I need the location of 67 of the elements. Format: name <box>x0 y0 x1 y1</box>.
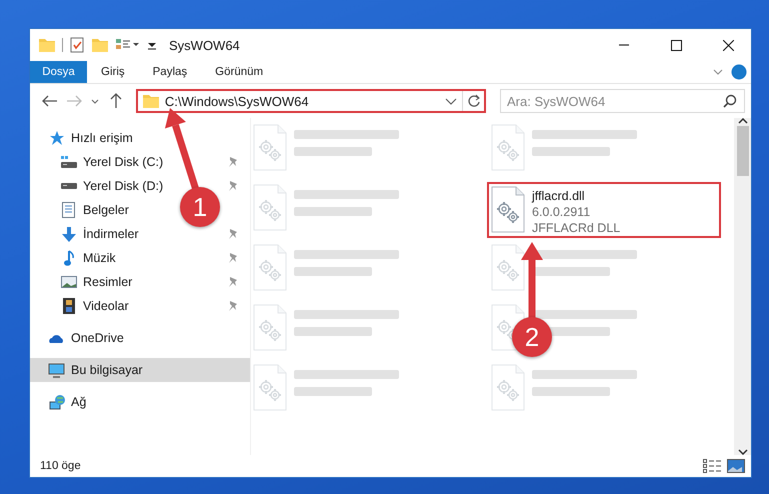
back-arrow-icon[interactable] <box>42 95 58 107</box>
help-icon[interactable] <box>731 64 747 80</box>
document-icon <box>62 202 75 218</box>
network-icon <box>48 394 64 410</box>
scroll-up-icon[interactable] <box>738 118 748 124</box>
address-bar[interactable]: C:\Windows\SysWOW64 <box>136 89 486 113</box>
blurred-file-icon <box>491 124 526 172</box>
blurred-file-icon <box>253 304 288 352</box>
cloud-icon <box>48 334 64 342</box>
file-detail: 6.0.0.2911 <box>532 205 592 219</box>
refresh-icon[interactable] <box>466 94 480 108</box>
close-icon[interactable] <box>722 40 734 50</box>
navigation-item[interactable]: Yerel Disk (C:) <box>30 150 250 174</box>
drive-icon <box>60 183 76 189</box>
ribbon-tab[interactable]: Görünüm <box>201 61 278 83</box>
download-arrow-icon <box>62 226 76 242</box>
dll-file-icon <box>491 186 526 234</box>
drive-icon <box>60 156 76 168</box>
expand-ribbon-icon[interactable] <box>713 69 723 75</box>
navigation-item[interactable]: Belgeler <box>30 198 137 222</box>
up-arrow-icon[interactable] <box>110 93 122 109</box>
large-icons-view-icon[interactable] <box>727 459 745 473</box>
navigation-item[interactable]: Bu bilgisayar <box>30 358 250 382</box>
address-path: C:\Windows\SysWOW64 <box>164 94 310 108</box>
ribbon-tab[interactable]: Giriş <box>87 61 139 83</box>
minimize-icon[interactable] <box>619 44 629 46</box>
item-count: 110 öge <box>40 460 82 472</box>
blurred-file-icon <box>253 124 288 172</box>
search-field[interactable]: Ara: SysWOW64 <box>500 89 745 113</box>
pin-icon[interactable] <box>228 180 238 192</box>
window-title: SysWOW64 <box>169 38 241 52</box>
folder-icon <box>142 92 160 110</box>
navigation-item[interactable]: Müzik <box>30 246 250 270</box>
navigation-item[interactable]: Resimler <box>30 270 250 294</box>
pin-icon[interactable] <box>228 252 238 264</box>
dropdown-icon[interactable] <box>445 98 457 104</box>
file-item[interactable]: jfflacrd.dll 6.0.0.2911 JFFLACRd DLL <box>487 182 721 238</box>
navigation-item[interactable]: Videolar <box>30 294 250 318</box>
film-icon <box>62 298 74 314</box>
pin-icon[interactable] <box>228 300 238 312</box>
music-note-icon <box>64 250 74 266</box>
file-menu-tab[interactable]: Dosya <box>30 61 87 83</box>
scroll-down-icon[interactable] <box>738 449 748 455</box>
star-icon <box>48 130 64 146</box>
blurred-file-icon <box>491 244 526 292</box>
pin-icon[interactable] <box>228 276 238 288</box>
scroll-thumb[interactable] <box>736 126 748 176</box>
navigation-item[interactable]: Ağ <box>30 390 94 414</box>
pin-icon[interactable] <box>228 228 238 240</box>
ribbon-tab[interactable]: Paylaş <box>138 61 202 83</box>
image-icon <box>60 276 76 288</box>
details-view-icon[interactable] <box>703 459 721 473</box>
blurred-file-icon <box>253 244 288 292</box>
search-icon <box>723 94 737 108</box>
file-name: jfflacrd.dll <box>532 189 586 203</box>
computer-icon <box>48 362 65 378</box>
file-detail: JFFLACRd DLL <box>532 221 620 235</box>
caret-icon[interactable] <box>90 98 99 104</box>
navigation-item[interactable]: Hızlı erişim <box>30 126 141 150</box>
blurred-file-icon <box>253 184 288 232</box>
blurred-file-icon <box>253 364 288 412</box>
navigation-item[interactable]: OneDrive <box>30 326 132 350</box>
pin-icon[interactable] <box>228 156 238 168</box>
properties-icon[interactable] <box>69 36 85 54</box>
blurred-file-icon <box>491 364 526 412</box>
scrollbar[interactable] <box>734 118 751 455</box>
maximize-icon[interactable] <box>670 40 682 50</box>
